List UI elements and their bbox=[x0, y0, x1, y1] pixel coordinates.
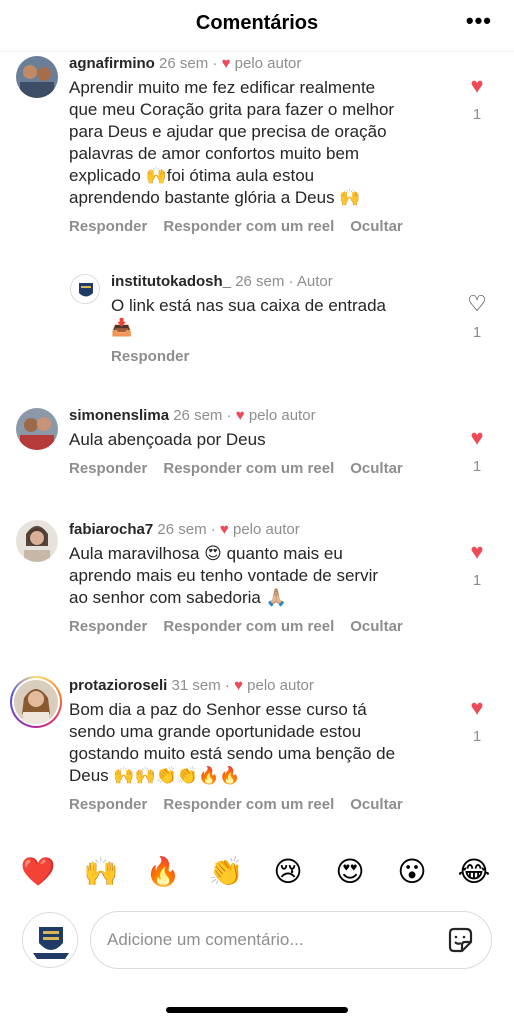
author-heart-icon: ♥ bbox=[219, 521, 229, 538]
avatar[interactable] bbox=[16, 520, 58, 562]
comment-text: Aula maravilhosa 😍 quanto mais eu aprend… bbox=[69, 544, 379, 607]
hide-button[interactable]: Ocultar bbox=[350, 618, 403, 635]
hide-button[interactable]: Ocultar bbox=[350, 218, 403, 235]
header: Comentários ••• bbox=[0, 0, 514, 52]
like-count: 1 bbox=[472, 572, 482, 589]
like-count: 1 bbox=[472, 324, 482, 341]
timestamp: 26 sem bbox=[235, 273, 285, 290]
reply-reel-button[interactable]: Responder com um reel bbox=[163, 796, 334, 813]
header-divider bbox=[0, 51, 514, 52]
liked-by-author: pelo autor bbox=[248, 407, 316, 424]
comment-meta: protazioroseli 31 sem · ♥ pelo autor bbox=[69, 677, 314, 694]
comment-actions: Responder bbox=[111, 348, 386, 365]
like-control: ♡ 1 bbox=[464, 292, 490, 342]
like-control: ♥ 1 bbox=[464, 74, 490, 124]
comment-text: O link está nas sua caixa de entrada 📥 bbox=[111, 296, 386, 337]
reaction-heart-eyes[interactable]: 😍 bbox=[330, 852, 370, 892]
like-control: ♥ 1 bbox=[464, 696, 490, 746]
like-count: 1 bbox=[472, 728, 482, 745]
quick-reactions: ❤️ 🙌 🔥 👏 😢 😍 😮 😂 bbox=[0, 852, 514, 896]
reaction-fire[interactable]: 🔥 bbox=[143, 852, 183, 892]
comment-text: Bom dia a paz do Senhor esse curso tá se… bbox=[69, 700, 396, 785]
reply-button[interactable]: Responder bbox=[69, 218, 147, 235]
heart-outline-icon[interactable]: ♡ bbox=[464, 292, 490, 316]
timestamp: 31 sem bbox=[171, 677, 221, 694]
hide-button[interactable]: Ocultar bbox=[350, 460, 403, 477]
comment-meta: agnafirmino 26 sem · ♥ pelo autor bbox=[69, 55, 302, 72]
reply-button[interactable]: Responder bbox=[69, 460, 147, 477]
like-control: ♥ 1 bbox=[464, 540, 490, 590]
avatar[interactable] bbox=[16, 408, 58, 450]
page-title: Comentários bbox=[195, 12, 319, 34]
avatar[interactable] bbox=[70, 274, 100, 304]
like-count: 1 bbox=[472, 106, 482, 123]
author-heart-icon: ♥ bbox=[235, 407, 245, 424]
liked-by-author: pelo autor bbox=[234, 55, 302, 72]
avatar[interactable] bbox=[16, 56, 58, 98]
comment-actions: Responder Responder com um reel Ocultar bbox=[69, 218, 419, 235]
heart-filled-icon[interactable]: ♥ bbox=[464, 74, 490, 98]
username[interactable]: agnafirmino bbox=[69, 55, 155, 72]
reaction-raised-hands[interactable]: 🙌 bbox=[81, 852, 121, 892]
comment-actions: Responder Responder com um reel Ocultar bbox=[69, 618, 419, 635]
comment-meta: fabiarocha7 26 sem · ♥ pelo autor bbox=[69, 521, 300, 538]
username[interactable]: simonenslima bbox=[69, 407, 169, 424]
comment-text: Aula abençoada por Deus bbox=[69, 430, 266, 449]
username[interactable]: fabiarocha7 bbox=[69, 521, 153, 538]
avatar-story-ring[interactable] bbox=[10, 676, 62, 728]
comment-meta: institutokadosh_ 26 sem · Autor bbox=[111, 273, 333, 290]
reaction-clap[interactable]: 👏 bbox=[206, 852, 246, 892]
timestamp: 26 sem bbox=[157, 521, 207, 538]
author-heart-icon: ♥ bbox=[221, 55, 231, 72]
reply-button[interactable]: Responder bbox=[111, 348, 189, 365]
comment-composer: Adicione um comentário... bbox=[0, 910, 514, 974]
timestamp: 26 sem bbox=[173, 407, 223, 424]
reaction-surprised[interactable]: 😮 bbox=[392, 852, 432, 892]
reply-button[interactable]: Responder bbox=[69, 618, 147, 635]
timestamp: 26 sem bbox=[159, 55, 209, 72]
heart-filled-icon[interactable]: ♥ bbox=[464, 696, 490, 720]
reply-reel-button[interactable]: Responder com um reel bbox=[163, 618, 334, 635]
reply-button[interactable]: Responder bbox=[69, 796, 147, 813]
liked-by-author: pelo autor bbox=[247, 677, 314, 694]
hide-button[interactable]: Ocultar bbox=[350, 796, 403, 813]
like-control: ♥ 1 bbox=[464, 426, 490, 476]
comment-text: Aprendir muito me fez edificar realmente… bbox=[69, 78, 395, 207]
heart-filled-icon[interactable]: ♥ bbox=[464, 426, 490, 450]
comment-placeholder: Adicione um comentário... bbox=[107, 930, 304, 949]
author-heart-icon: ♥ bbox=[234, 677, 243, 694]
liked-by-author: pelo autor bbox=[233, 521, 300, 538]
reply-reel-button[interactable]: Responder com um reel bbox=[163, 218, 334, 235]
reply-reel-button[interactable]: Responder com um reel bbox=[163, 460, 334, 477]
reaction-heart[interactable]: ❤️ bbox=[18, 852, 58, 892]
comment-meta: simonenslima 26 sem · ♥ pelo autor bbox=[69, 407, 316, 424]
like-count: 1 bbox=[472, 458, 482, 475]
current-user-avatar bbox=[22, 912, 78, 968]
reaction-crying[interactable]: 😢 bbox=[268, 852, 308, 892]
reaction-laughing[interactable]: 😂 bbox=[454, 852, 494, 892]
username[interactable]: institutokadosh_ bbox=[111, 273, 231, 290]
sticker-icon[interactable] bbox=[445, 925, 475, 955]
home-indicator bbox=[166, 1007, 348, 1013]
comment-input[interactable]: Adicione um comentário... bbox=[90, 911, 492, 969]
username[interactable]: protazioroseli bbox=[69, 677, 167, 694]
comment-actions: Responder Responder com um reel Ocultar bbox=[69, 460, 419, 477]
more-icon[interactable]: ••• bbox=[466, 10, 492, 32]
author-badge: Autor bbox=[296, 273, 333, 290]
heart-filled-icon[interactable]: ♥ bbox=[464, 540, 490, 564]
comment-actions: Responder Responder com um reel Ocultar bbox=[69, 796, 419, 813]
